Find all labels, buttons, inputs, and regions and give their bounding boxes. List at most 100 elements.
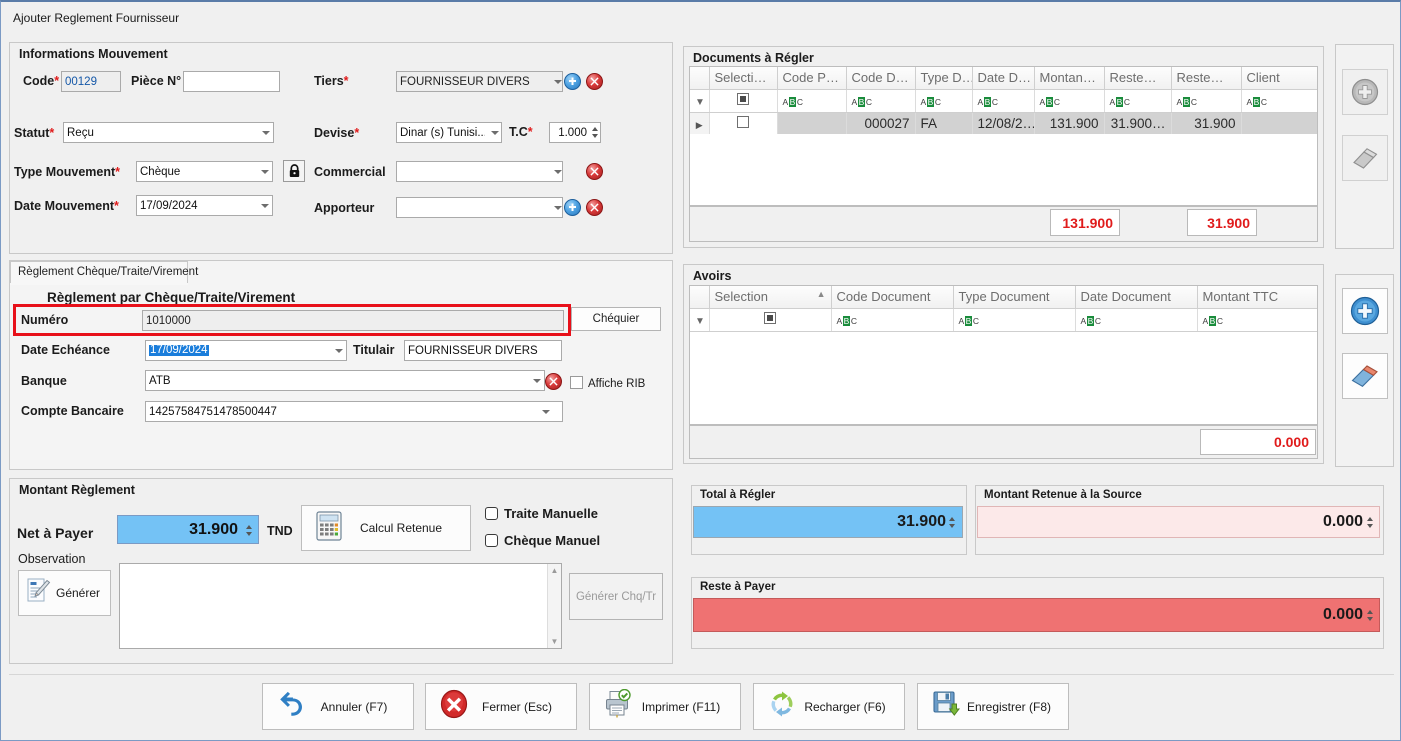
abc-filter-icon: ABC bbox=[1109, 97, 1130, 107]
calcul-retenue-label: Calcul Retenue bbox=[359, 521, 443, 535]
currency-label: TND bbox=[267, 524, 293, 538]
enregistrer-button[interactable]: Enregistrer (F8) bbox=[917, 683, 1069, 730]
type-mouvement-combo[interactable] bbox=[136, 161, 273, 182]
row-reste-2: 31.900 bbox=[1171, 112, 1242, 134]
tc-input[interactable] bbox=[549, 122, 601, 143]
documents-add-button[interactable] bbox=[1342, 69, 1388, 115]
generer-chq-tr-button[interactable]: Générer Chq/Tr bbox=[569, 573, 663, 620]
col-reste-1[interactable]: Reste… bbox=[1104, 67, 1172, 90]
documents-erase-button[interactable] bbox=[1342, 135, 1388, 181]
eraser-icon bbox=[1351, 365, 1378, 387]
apporteur-add-button[interactable] bbox=[564, 199, 581, 216]
filter-date-document-cell[interactable]: ABC bbox=[972, 89, 1035, 113]
annuler-button[interactable]: Annuler (F7) bbox=[262, 683, 414, 730]
documents-total-montant: 131.900 bbox=[1050, 209, 1120, 236]
devise-combo[interactable] bbox=[396, 122, 502, 143]
filter-reste1-cell[interactable]: ABC bbox=[1104, 89, 1172, 113]
col-client[interactable]: Client bbox=[1241, 67, 1317, 90]
filter-code-document-cell[interactable]: ABC bbox=[846, 89, 916, 113]
avoirs-total: 0.000 bbox=[1200, 429, 1316, 455]
apporteur-clear-button[interactable] bbox=[586, 199, 603, 216]
filter-selection-cell[interactable] bbox=[709, 308, 832, 332]
col-selection[interactable]: Selecti… bbox=[709, 67, 778, 90]
date-echeance-input[interactable]: 17/09/2024 bbox=[145, 340, 347, 361]
chequier-button[interactable]: Chéquier bbox=[571, 307, 661, 331]
scroll-up-icon[interactable]: ▲ bbox=[551, 564, 559, 577]
date-echeance-label: Date Echéance bbox=[21, 343, 110, 357]
filter-funnel-cell[interactable]: ▼ bbox=[690, 89, 710, 113]
recharger-button[interactable]: Recharger (F6) bbox=[753, 683, 905, 730]
tiers-combo[interactable] bbox=[396, 71, 563, 92]
tab-reglement-cheque[interactable]: Règlement Chèque/Traite/Virement bbox=[10, 261, 198, 284]
net-a-payer-value[interactable]: 31.900 bbox=[117, 515, 259, 544]
filter-type-document-cell[interactable]: ABC bbox=[953, 308, 1076, 332]
filter-montant-ttc-cell[interactable]: ABC bbox=[1197, 308, 1317, 332]
date-mouvement-input[interactable] bbox=[136, 195, 273, 216]
reste-a-payer-value[interactable]: 0.000 bbox=[693, 598, 1380, 632]
documents-a-regler-title: Documents à Régler bbox=[693, 51, 814, 65]
filter-date-document-cell[interactable]: ABC bbox=[1075, 308, 1198, 332]
observation-textarea[interactable] bbox=[119, 563, 562, 649]
observation-scrollbar[interactable]: ▲ ▼ bbox=[547, 564, 561, 648]
col-type-document[interactable]: Type Document bbox=[953, 286, 1076, 309]
montant-retenue-value[interactable]: 0.000 bbox=[977, 506, 1380, 538]
calcul-retenue-button[interactable]: Calcul Retenue bbox=[301, 505, 471, 551]
col-date-document[interactable]: Date D… bbox=[972, 67, 1035, 90]
filter-montant-cell[interactable]: ABC bbox=[1034, 89, 1105, 113]
col-montant[interactable]: Montan… bbox=[1034, 67, 1105, 90]
abc-filter-icon: ABC bbox=[1202, 316, 1223, 326]
imprimer-button[interactable]: Imprimer (F11) bbox=[589, 683, 741, 730]
filter-type-document-cell[interactable]: ABC bbox=[915, 89, 973, 113]
affiche-rib-checkbox[interactable] bbox=[570, 376, 583, 389]
traite-manuelle-checkbox[interactable] bbox=[485, 507, 498, 520]
scroll-down-icon[interactable]: ▼ bbox=[551, 635, 559, 648]
indeterminate-checkbox bbox=[737, 93, 749, 105]
document-pen-icon bbox=[26, 577, 52, 610]
funnel-icon: ▼ bbox=[695, 316, 705, 327]
statut-combo[interactable] bbox=[63, 122, 274, 143]
banque-clear-button[interactable] bbox=[545, 373, 562, 390]
compte-bancaire-combo[interactable] bbox=[145, 401, 563, 422]
col-code-piece[interactable]: Code P… bbox=[777, 67, 847, 90]
numero-input[interactable] bbox=[142, 310, 564, 331]
filter-selection-cell[interactable] bbox=[709, 89, 778, 113]
lock-button[interactable] bbox=[283, 160, 305, 182]
cheque-manuel-checkbox[interactable] bbox=[485, 534, 498, 547]
col-reste-2[interactable]: Reste… bbox=[1171, 67, 1242, 90]
banque-combo[interactable] bbox=[145, 370, 545, 391]
generer-label: Générer bbox=[55, 586, 101, 600]
abc-filter-icon: ABC bbox=[1246, 97, 1267, 107]
avoirs-erase-button[interactable] bbox=[1342, 353, 1388, 399]
apporteur-combo[interactable] bbox=[396, 197, 563, 218]
piece-input[interactable] bbox=[183, 71, 280, 92]
fermer-button[interactable]: Fermer (Esc) bbox=[425, 683, 577, 730]
avoirs-grid[interactable]: Selection ▲ Code Document Type Document D… bbox=[689, 285, 1318, 425]
titulair-input[interactable] bbox=[404, 340, 562, 361]
sort-ascending-icon: ▲ bbox=[816, 289, 826, 300]
tiers-add-button[interactable] bbox=[564, 73, 581, 90]
tiers-clear-button[interactable] bbox=[586, 73, 603, 90]
col-montant-ttc[interactable]: Montant TTC bbox=[1197, 286, 1317, 309]
filter-code-piece-cell[interactable]: ABC bbox=[777, 89, 847, 113]
generer-button[interactable]: Générer bbox=[18, 570, 111, 616]
montant-retenue-label: Montant Retenue à la Source bbox=[984, 489, 1142, 501]
documents-grid[interactable]: Selecti… Code P… Code D… Type D… Date D…… bbox=[689, 66, 1318, 206]
code-input[interactable] bbox=[61, 71, 121, 92]
filter-code-document-cell[interactable]: ABC bbox=[831, 308, 954, 332]
col-code-document[interactable]: Code D… bbox=[846, 67, 916, 90]
row-code-document: 000027 bbox=[846, 112, 916, 134]
col-code-document[interactable]: Code Document bbox=[831, 286, 954, 309]
commercial-label: Commercial bbox=[314, 165, 386, 179]
row-selection-cell[interactable] bbox=[709, 112, 778, 134]
avoirs-add-button[interactable] bbox=[1342, 288, 1388, 334]
col-date-document[interactable]: Date Document bbox=[1075, 286, 1198, 309]
row-montant: 131.900 bbox=[1034, 112, 1105, 134]
col-selection[interactable]: Selection ▲ bbox=[709, 286, 832, 309]
col-type-document[interactable]: Type D… bbox=[915, 67, 973, 90]
commercial-combo[interactable] bbox=[396, 161, 563, 182]
total-a-regler-value[interactable]: 31.900 bbox=[693, 506, 963, 538]
filter-client-cell[interactable]: ABC bbox=[1241, 89, 1317, 113]
filter-funnel-cell[interactable]: ▼ bbox=[690, 308, 710, 332]
commercial-clear-button[interactable] bbox=[586, 163, 603, 180]
filter-reste2-cell[interactable]: ABC bbox=[1171, 89, 1242, 113]
